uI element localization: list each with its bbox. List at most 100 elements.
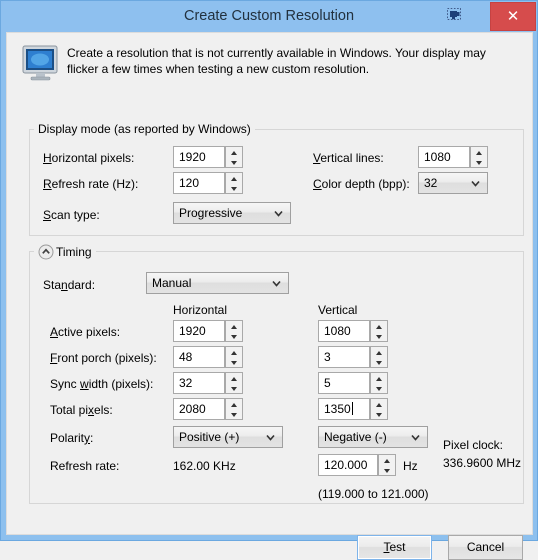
- timing-refresh-rate-vertical-input[interactable]: 120.000: [318, 454, 378, 476]
- chevron-up-circle-icon[interactable]: [38, 244, 54, 260]
- active-pixels-vertical-input[interactable]: 1080: [318, 320, 370, 342]
- vertical-lines-label: Vertical lines:: [313, 151, 384, 165]
- spin-up-icon[interactable]: [226, 347, 242, 357]
- window-help-icon[interactable]: [445, 6, 463, 24]
- spin-buttons[interactable]: [225, 320, 243, 342]
- active-pixels-horizontal-stepper[interactable]: 1920: [173, 320, 243, 342]
- horizontal-pixels-spin-buttons[interactable]: [225, 146, 243, 168]
- cancel-button[interactable]: Cancel: [448, 535, 523, 560]
- dialog-window: Create Custom Resolution ✕ Create a reso…: [0, 0, 538, 560]
- active-pixels-horizontal-input[interactable]: 1920: [173, 320, 225, 342]
- refresh-rate-hz-label: Refresh rate (Hz):: [43, 177, 139, 191]
- spin-buttons[interactable]: [370, 320, 388, 342]
- total-pixels-vertical-stepper[interactable]: 1350: [318, 398, 388, 420]
- title-bar: Create Custom Resolution ✕: [1, 1, 537, 32]
- chevron-down-icon: [470, 178, 481, 189]
- column-header-vertical: Vertical: [318, 303, 358, 317]
- total-pixels-vertical-input[interactable]: 1350: [318, 398, 370, 420]
- sync-width-horizontal-stepper[interactable]: 32: [173, 372, 243, 394]
- spin-down-icon[interactable]: [371, 331, 387, 341]
- sync-width-vertical-stepper[interactable]: 5: [318, 372, 388, 394]
- spin-up-icon[interactable]: [471, 147, 487, 157]
- spin-down-icon[interactable]: [226, 183, 242, 193]
- polarity-label: Polarity:: [50, 431, 94, 445]
- header-message: Create a resolution that is not currentl…: [67, 46, 486, 76]
- active-pixels-vertical-stepper[interactable]: 1080: [318, 320, 388, 342]
- front-porch-horizontal-stepper[interactable]: 48: [173, 346, 243, 368]
- spin-down-icon[interactable]: [371, 409, 387, 419]
- total-pixels-horizontal-stepper[interactable]: 2080: [173, 398, 243, 420]
- spin-down-icon[interactable]: [226, 383, 242, 393]
- spin-up-icon[interactable]: [226, 373, 242, 383]
- spin-buttons[interactable]: [225, 398, 243, 420]
- spin-up-icon[interactable]: [371, 373, 387, 383]
- spin-buttons[interactable]: [370, 346, 388, 368]
- standard-value: Manual: [152, 276, 192, 290]
- dialog-client-area: Create a resolution that is not currentl…: [6, 32, 533, 560]
- text-caret: [351, 402, 353, 415]
- scan-type-select[interactable]: Progressive: [173, 202, 291, 224]
- chevron-down-icon: [410, 432, 421, 443]
- spin-down-icon[interactable]: [226, 409, 242, 419]
- total-pixels-label: Total pixels:: [50, 403, 113, 417]
- spin-buttons[interactable]: [370, 372, 388, 394]
- sync-width-horizontal-input[interactable]: 32: [173, 372, 225, 394]
- total-pixels-vertical-value: 1350: [324, 402, 351, 416]
- spin-down-icon[interactable]: [371, 383, 387, 393]
- chevron-down-icon: [265, 432, 276, 443]
- vertical-lines-spin-buttons[interactable]: [470, 146, 488, 168]
- front-porch-vertical-stepper[interactable]: 3: [318, 346, 388, 368]
- spin-buttons[interactable]: [225, 372, 243, 394]
- close-icon: ✕: [506, 8, 520, 25]
- refresh-rate-unit-label: Hz: [403, 459, 418, 473]
- chevron-down-icon: [271, 278, 282, 289]
- spin-up-icon[interactable]: [226, 321, 242, 331]
- spin-buttons[interactable]: [225, 346, 243, 368]
- spin-down-icon[interactable]: [371, 357, 387, 367]
- sync-width-vertical-input[interactable]: 5: [318, 372, 370, 394]
- polarity-vertical-select[interactable]: Negative (-): [318, 426, 428, 448]
- close-button[interactable]: ✕: [490, 2, 536, 31]
- color-depth-label: Color depth (bpp):: [313, 177, 410, 191]
- spin-down-icon[interactable]: [471, 157, 487, 167]
- timing-refresh-rate-horizontal-value: 162.00 KHz: [173, 459, 236, 473]
- spin-down-icon[interactable]: [226, 331, 242, 341]
- pixel-clock-value: 336.9600 MHz: [443, 456, 522, 470]
- standard-select[interactable]: Manual: [146, 272, 289, 294]
- horizontal-pixels-stepper[interactable]: 1920: [173, 146, 243, 168]
- chevron-down-icon: [273, 208, 284, 219]
- vertical-lines-input[interactable]: 1080: [418, 146, 470, 168]
- refresh-rate-hz-input[interactable]: 120: [173, 172, 225, 194]
- horizontal-pixels-input[interactable]: 1920: [173, 146, 225, 168]
- test-button[interactable]: Test: [357, 535, 432, 560]
- front-porch-horizontal-input[interactable]: 48: [173, 346, 225, 368]
- horizontal-pixels-label: Horizontal pixels:: [43, 151, 135, 165]
- spin-up-icon[interactable]: [371, 321, 387, 331]
- scan-type-value: Progressive: [179, 206, 243, 220]
- spin-buttons[interactable]: [378, 454, 396, 476]
- polarity-horizontal-value: Positive (+): [179, 430, 240, 444]
- timing-refresh-rate-vertical-stepper[interactable]: 120.000: [318, 454, 396, 476]
- color-depth-select[interactable]: 32: [418, 172, 488, 194]
- pixel-clock-label: Pixel clock:: [443, 438, 504, 452]
- spin-up-icon[interactable]: [226, 399, 242, 409]
- active-pixels-label: Active pixels:: [50, 325, 121, 339]
- spin-up-icon[interactable]: [226, 173, 242, 183]
- front-porch-vertical-input[interactable]: 3: [318, 346, 370, 368]
- vertical-lines-stepper[interactable]: 1080: [418, 146, 488, 168]
- polarity-horizontal-select[interactable]: Positive (+): [173, 426, 283, 448]
- refresh-rate-range-hint: (119.000 to 121.000): [318, 487, 429, 501]
- spin-buttons[interactable]: [370, 398, 388, 420]
- spin-up-icon[interactable]: [371, 399, 387, 409]
- refresh-rate-hz-stepper[interactable]: 120: [173, 172, 243, 194]
- monitor-icon: [22, 45, 60, 81]
- spin-down-icon[interactable]: [226, 157, 242, 167]
- spin-up-icon[interactable]: [379, 455, 395, 465]
- scan-type-label: Scan type:: [43, 208, 100, 222]
- spin-up-icon[interactable]: [226, 147, 242, 157]
- refresh-rate-hz-spin-buttons[interactable]: [225, 172, 243, 194]
- spin-down-icon[interactable]: [226, 357, 242, 367]
- total-pixels-horizontal-input[interactable]: 2080: [173, 398, 225, 420]
- spin-down-icon[interactable]: [379, 465, 395, 475]
- spin-up-icon[interactable]: [371, 347, 387, 357]
